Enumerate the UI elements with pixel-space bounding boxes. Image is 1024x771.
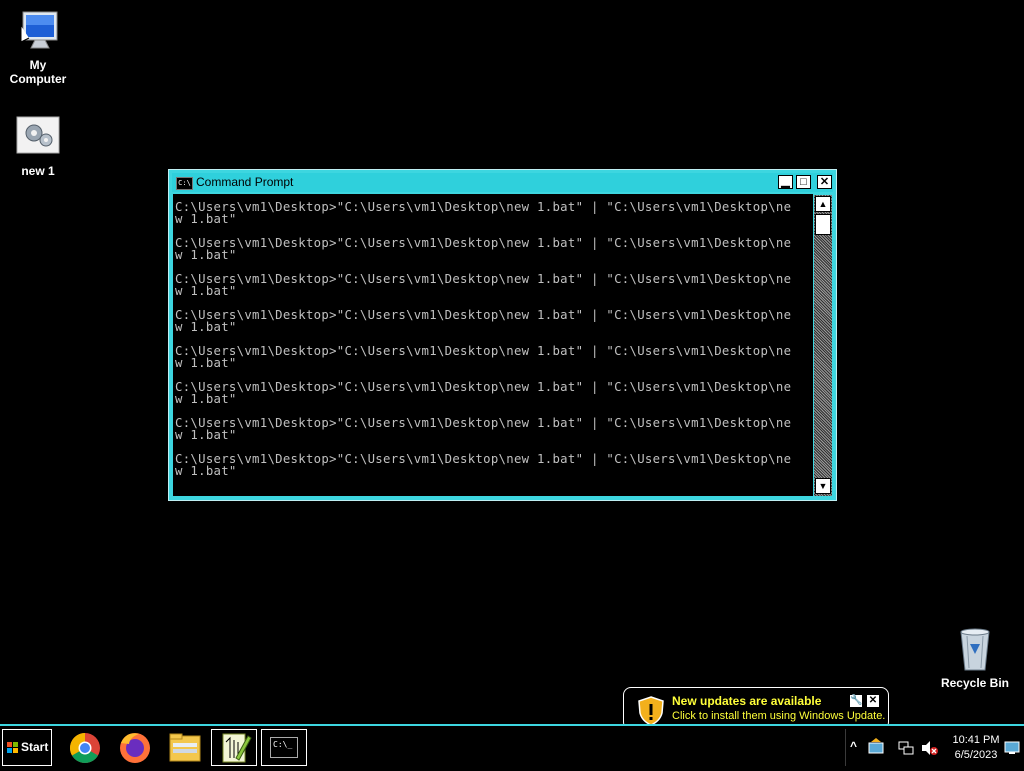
start-label: Start — [21, 740, 49, 754]
taskbar-command-prompt[interactable]: C:\_ — [261, 729, 307, 766]
network-icon[interactable] — [898, 740, 914, 761]
taskbar-firefox[interactable] — [112, 729, 158, 766]
clock-date: 6/5/2023 — [954, 749, 998, 761]
options-wrench-icon[interactable]: 🔧 — [849, 694, 863, 708]
computer-icon — [15, 8, 61, 54]
clock-time: 10:41 PM — [952, 734, 1000, 746]
taskbar-chrome[interactable] — [62, 729, 108, 766]
notepad-plus-plus-icon — [222, 733, 252, 763]
batch-file-icon — [16, 116, 60, 154]
volume-muted-icon[interactable] — [921, 740, 939, 761]
windows-logo-icon — [7, 742, 18, 753]
start-button[interactable]: Start — [2, 729, 52, 766]
window-title: Command Prompt — [196, 175, 294, 189]
desktop-icon-label: Recycle Bin — [940, 676, 1010, 690]
maximize-button[interactable]: □ — [796, 175, 811, 189]
show-desktop-icon[interactable] — [1004, 741, 1020, 760]
taskbar: Start C:\_ ^ 10:41 PM 6/5/2023 — [0, 724, 1024, 768]
taskbar-file-explorer[interactable] — [162, 729, 208, 766]
taskbar-notepad-plus-plus[interactable] — [211, 729, 257, 766]
desktop-icon-label: new 1 — [21, 164, 55, 178]
notification-message: Click to install them using Windows Upda… — [672, 710, 886, 722]
chrome-icon — [69, 733, 100, 764]
windows-update-icon[interactable] — [868, 737, 884, 760]
window-title-bar[interactable]: C:\ Command Prompt ▁ □ ✕ — [172, 173, 833, 192]
file-explorer-icon — [169, 733, 201, 762]
command-prompt-icon: C:\ — [176, 177, 193, 190]
scrollbar-thumb[interactable] — [815, 214, 831, 235]
firefox-icon — [120, 733, 150, 763]
desktop-icon-new-1[interactable]: new 1 — [0, 116, 76, 178]
console-output[interactable]: C:\Users\vm1\Desktop>"C:\Users\vm1\Deskt… — [173, 194, 813, 496]
scroll-up-arrow-icon[interactable]: ▲ — [815, 196, 831, 212]
show-hidden-icons-chevron-icon[interactable]: ^ — [850, 739, 857, 753]
recycle-bin-icon — [955, 626, 995, 672]
close-icon[interactable]: ✕ — [866, 694, 880, 708]
system-tray: ^ 10:41 PM 6/5/2023 — [845, 729, 1024, 766]
scroll-down-arrow-icon[interactable]: ▼ — [815, 478, 831, 494]
command-prompt-window[interactable]: C:\ Command Prompt ▁ □ ✕ C:\Users\vm1\De… — [168, 169, 837, 501]
clock[interactable]: 10:41 PM 6/5/2023 — [946, 733, 1006, 763]
command-prompt-icon: C:\_ — [270, 737, 298, 758]
minimize-button[interactable]: ▁ — [778, 175, 793, 189]
close-button[interactable]: ✕ — [817, 175, 832, 189]
notification-title: New updates are available — [672, 694, 822, 708]
console-text: C:\Users\vm1\Desktop>"C:\Users\vm1\Deskt… — [175, 200, 792, 478]
desktop-icon-recycle-bin[interactable]: Recycle Bin — [937, 626, 1013, 690]
desktop-icon-label: My Computer — [9, 58, 67, 86]
desktop-icon-my-computer[interactable]: My Computer — [0, 8, 76, 86]
vertical-scrollbar[interactable]: ▲ ▼ — [814, 195, 832, 496]
